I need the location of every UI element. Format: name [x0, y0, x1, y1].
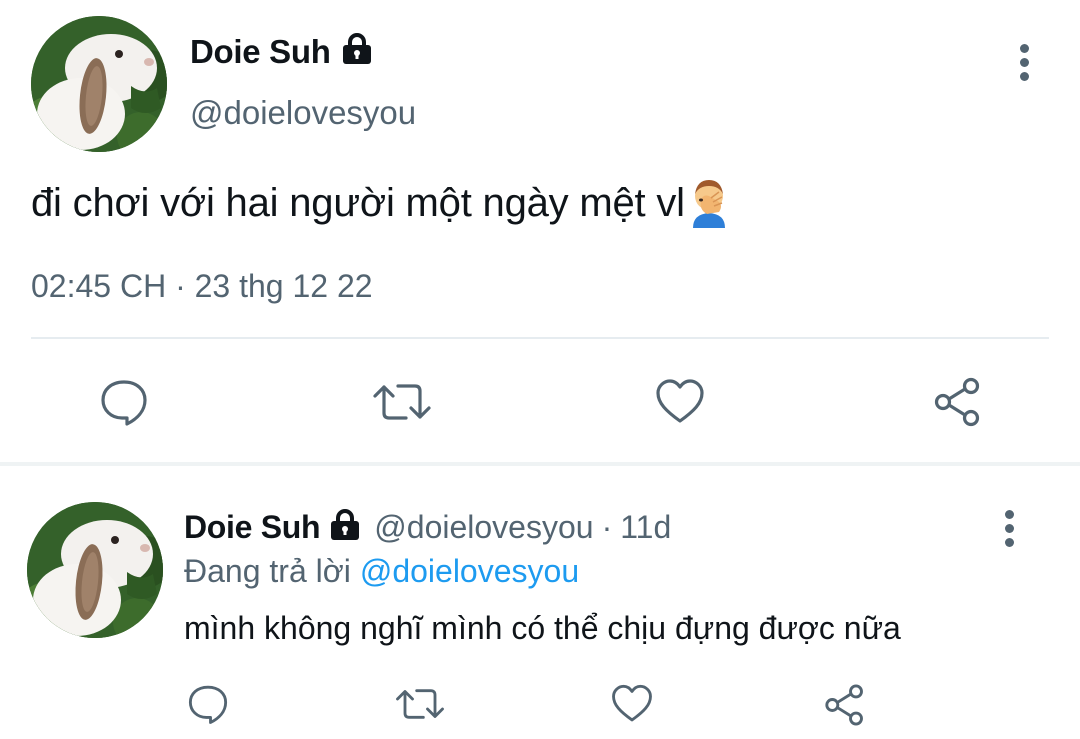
reply-user-handle[interactable]: @doielovesyou: [374, 509, 593, 546]
reply-avatar[interactable]: [27, 502, 163, 638]
more-options-icon[interactable]: [1014, 44, 1034, 86]
reply-tweet-text: mình không nghĩ mình có thể chịu đựng đư…: [184, 610, 901, 646]
author-row: Doie Suh: [190, 32, 374, 71]
like-button[interactable]: [652, 374, 708, 430]
reply-display-name[interactable]: Doie Suh: [184, 509, 321, 546]
reply-icon: [101, 380, 147, 426]
tweet-timestamp[interactable]: 02:45 CH · 23 thg 12 22: [31, 268, 373, 305]
separator-dot: ·: [601, 509, 613, 545]
reply-icon: [188, 685, 228, 724]
reply-button[interactable]: [96, 374, 152, 430]
reply-share-button[interactable]: [822, 682, 868, 728]
bunny-avatar-image: [27, 502, 163, 638]
share-icon: [934, 377, 980, 427]
tweet-text: đi chơi với hai người một ngày mệt vl: [31, 178, 731, 228]
bunny-avatar-image: [31, 16, 167, 152]
replying-to-line: Đang trả lời @doielovesyou: [184, 553, 579, 590]
reply-like-button[interactable]: [609, 682, 655, 726]
user-handle[interactable]: @doielovesyou: [190, 94, 416, 132]
facepalm-emoji-icon: [687, 178, 731, 228]
display-name[interactable]: Doie Suh: [190, 33, 331, 71]
reply-retweet-button[interactable]: [395, 682, 445, 726]
lock-icon: [340, 32, 374, 71]
tweet-text-content: đi chơi với hai người một ngày mệt vl: [31, 180, 685, 225]
like-icon: [612, 684, 652, 722]
lock-icon: [328, 508, 362, 547]
reply-time-ago[interactable]: 11d: [620, 509, 671, 546]
retweet-button[interactable]: [371, 374, 433, 430]
reply-more-options-icon[interactable]: [999, 510, 1019, 552]
retweet-icon: [373, 384, 431, 420]
replying-to-label: Đang trả lời: [184, 553, 351, 589]
share-icon: [825, 684, 863, 726]
divider: [31, 337, 1049, 339]
replying-to-link[interactable]: @doielovesyou: [360, 553, 579, 589]
share-button[interactable]: [930, 374, 986, 430]
main-tweet: Doie Suh @doielovesyou đi chơi với hai n…: [0, 0, 1080, 462]
reply-reply-button[interactable]: [186, 682, 230, 726]
reply-author-row: Doie Suh @doielovesyou · 11d: [184, 508, 671, 547]
tweet-detail-view: Doie Suh @doielovesyou đi chơi với hai n…: [0, 0, 1080, 739]
retweet-icon: [396, 689, 444, 719]
section-divider: [0, 462, 1080, 466]
avatar[interactable]: [31, 16, 167, 152]
like-icon: [656, 379, 704, 423]
